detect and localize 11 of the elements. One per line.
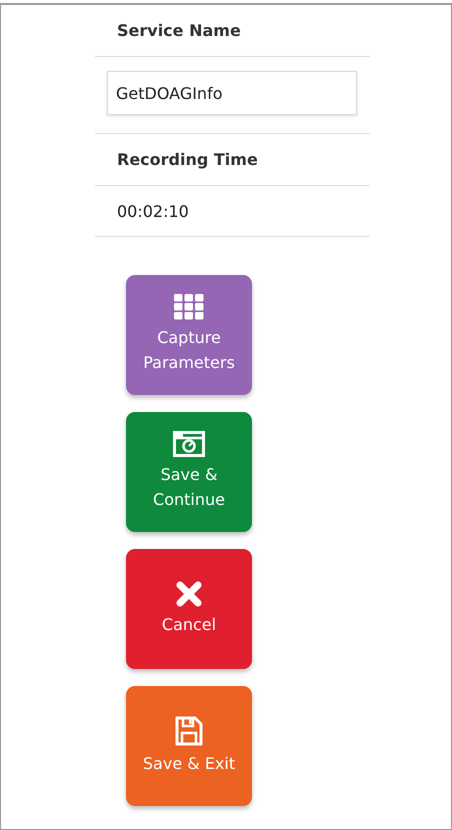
action-button[interactable]: Capture Parameters: [126, 275, 252, 395]
action-button[interactable]: Save & Exit: [126, 686, 252, 806]
field-label: Service Name: [95, 5, 370, 57]
field-value: 00:02:10: [95, 186, 370, 237]
camera-icon: [173, 431, 205, 458]
input-field[interactable]: GetDOAGInfo: [107, 71, 357, 115]
close-icon: [176, 580, 202, 607]
action-button[interactable]: Save & Continue: [126, 412, 252, 532]
grid-icon: [174, 294, 204, 320]
action-button[interactable]: Cancel: [126, 549, 252, 669]
field-label: Recording Time: [95, 134, 370, 186]
